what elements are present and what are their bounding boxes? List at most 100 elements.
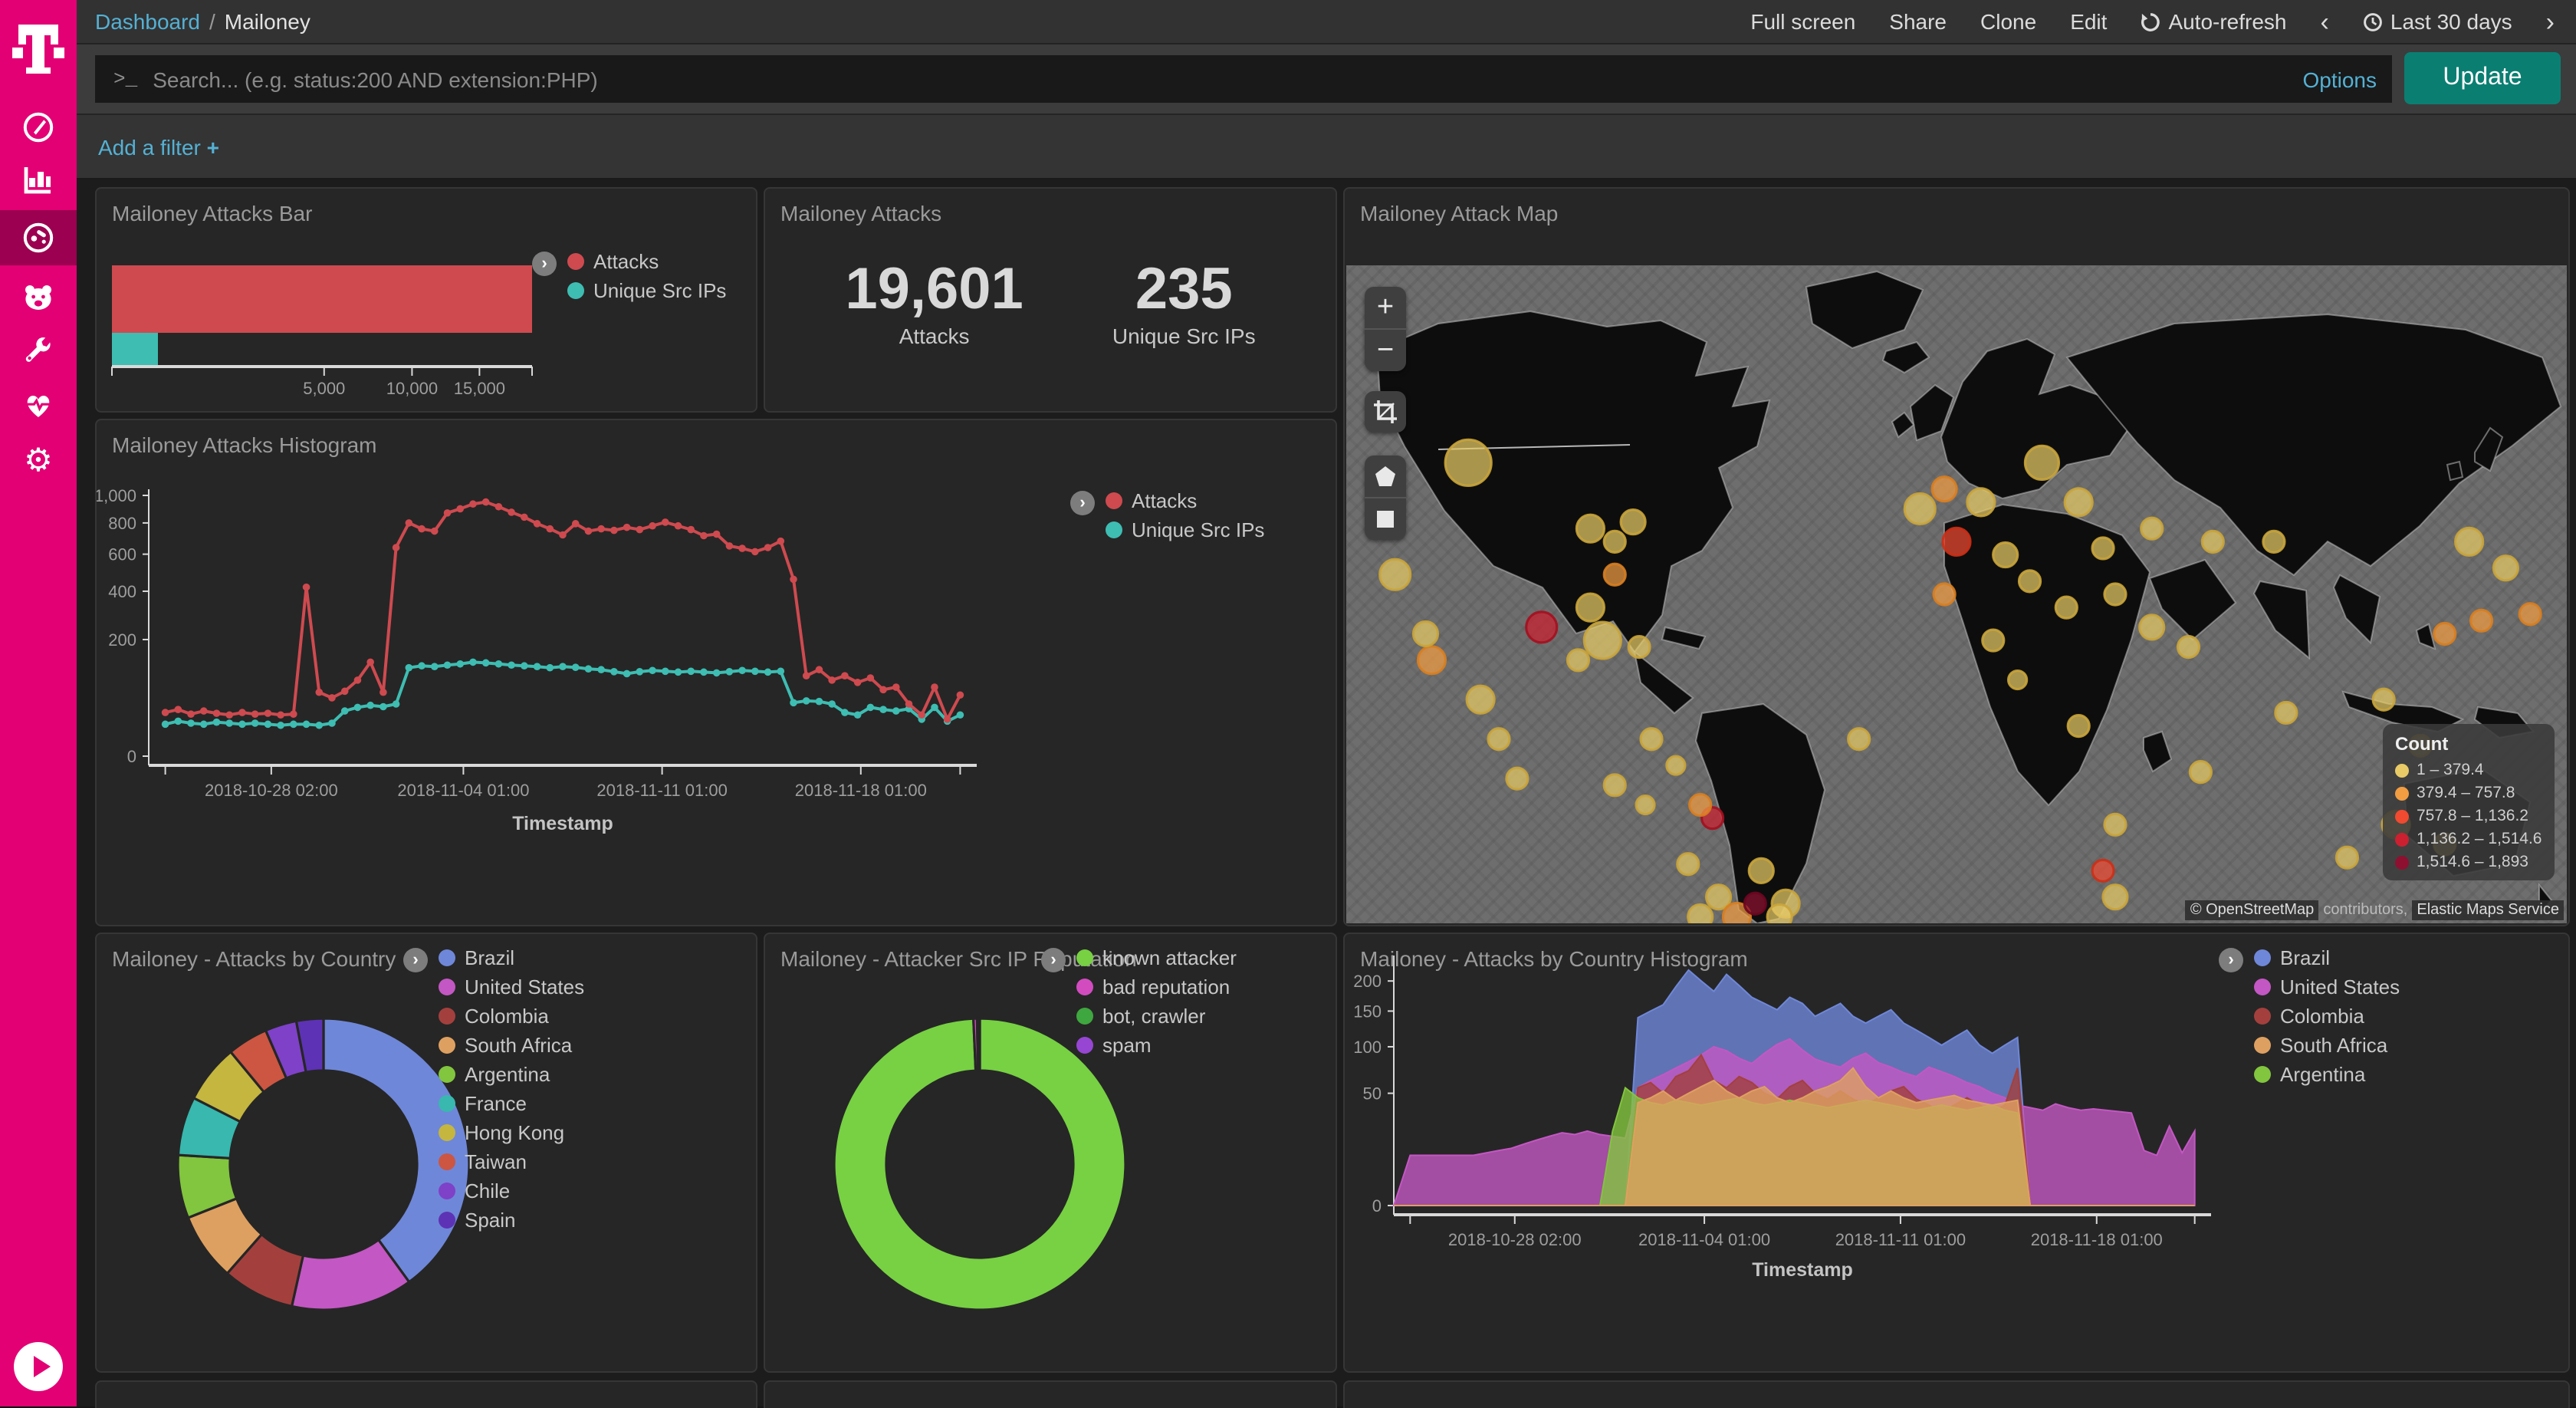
- legend-item[interactable]: United States: [439, 975, 584, 998]
- refresh-icon: [2141, 12, 2160, 31]
- play-icon: [33, 1356, 50, 1377]
- time-forward-button[interactable]: ›: [2546, 8, 2555, 35]
- legend-item[interactable]: France: [439, 1092, 584, 1115]
- legend-item[interactable]: Colombia: [439, 1005, 584, 1028]
- nav-share-button[interactable]: Share: [1889, 9, 1947, 34]
- svg-text:2018-11-18 01:00: 2018-11-18 01:00: [2031, 1230, 2163, 1249]
- map-draw-controls: [1365, 456, 1406, 540]
- update-button[interactable]: Update: [2404, 52, 2561, 104]
- legend-item[interactable]: Chile: [439, 1179, 584, 1202]
- count-range-label: 379.4 – 757.8: [2417, 784, 2515, 802]
- legend-color-dot: [567, 253, 584, 270]
- map-fit-control: [1365, 391, 1406, 433]
- nav-edit-button[interactable]: Edit: [2070, 9, 2107, 34]
- legend-item[interactable]: Brazil: [439, 946, 584, 969]
- legend-item[interactable]: Colombia: [2254, 1005, 2400, 1028]
- auto-refresh-button[interactable]: Auto-refresh: [2141, 9, 2286, 34]
- legend-color-dot: [1106, 521, 1122, 538]
- legend-label: bad reputation: [1102, 975, 1230, 998]
- legend-item[interactable]: Unique Src IPs: [1106, 518, 1264, 541]
- svg-text:200: 200: [1353, 972, 1382, 991]
- time-back-button[interactable]: ‹: [2321, 8, 2329, 35]
- expand-nav-button[interactable]: [14, 1342, 63, 1391]
- legend-item[interactable]: Attacks: [1106, 489, 1264, 512]
- legend-item[interactable]: South Africa: [439, 1034, 584, 1057]
- legend-item[interactable]: bot, crawler: [1076, 1005, 1237, 1028]
- legend-color-dot: [439, 1183, 455, 1199]
- legend-label: United States: [465, 975, 584, 998]
- panel-title: Mailoney - Attacks by Country Histogram: [1360, 946, 1748, 971]
- search-input[interactable]: >_ Search... (e.g. status:200 AND extens…: [95, 55, 2392, 103]
- metric-attacks: 19,601 Attacks: [845, 259, 1023, 348]
- bar-chart-icon: [21, 163, 55, 196]
- legend-item[interactable]: United States: [2254, 975, 2400, 998]
- t-mobile-logo[interactable]: [0, 9, 77, 89]
- zoom-out-button[interactable]: −: [1365, 328, 1406, 371]
- nav-full-screen-button[interactable]: Full screen: [1750, 9, 1855, 34]
- zoom-in-button[interactable]: +: [1365, 287, 1406, 328]
- sidebar-item-dashboard[interactable]: [0, 210, 77, 265]
- legend-item[interactable]: known attacker: [1076, 946, 1237, 969]
- count-range-dot: [2395, 855, 2409, 869]
- legend-item[interactable]: Attacks: [567, 250, 726, 273]
- sidebar-item-monitoring[interactable]: [0, 379, 77, 431]
- svg-text:2018-11-11 01:00: 2018-11-11 01:00: [1835, 1230, 1966, 1249]
- nav-clone-button[interactable]: Clone: [1980, 9, 2036, 34]
- breadcrumb-dashboard-link[interactable]: Dashboard: [95, 9, 200, 34]
- legend-item[interactable]: spam: [1076, 1034, 1237, 1057]
- legend-item[interactable]: bad reputation: [1076, 975, 1237, 998]
- legend-color-dot: [2254, 1066, 2271, 1083]
- legend-color-dot: [2254, 1037, 2271, 1054]
- legend-color-dot: [439, 1008, 455, 1025]
- time-range-button[interactable]: Last 30 days: [2363, 9, 2512, 34]
- count-range-label: 757.8 – 1,136.2: [2417, 807, 2528, 825]
- elastic-maps-link[interactable]: Elastic Maps Service: [2412, 900, 2564, 920]
- panel-attacks-metric: Mailoney Attacks 19,601 Attacks 235 Uniq…: [764, 187, 1337, 413]
- map-attribution: © OpenStreetMap contributors, Elastic Ma…: [2186, 900, 2564, 920]
- legend-color-dot: [2254, 979, 2271, 995]
- metric-label: Attacks: [899, 324, 970, 348]
- legend-color-dot: [1106, 492, 1122, 509]
- svg-text:2018-11-11 01:00: 2018-11-11 01:00: [596, 781, 727, 800]
- legend-toggle-icon[interactable]: ›: [1041, 948, 1066, 972]
- gear-icon: ⚙: [24, 444, 53, 476]
- svg-text:200: 200: [108, 630, 136, 650]
- rectangle-icon[interactable]: [1365, 497, 1406, 540]
- legend-label: Spain: [465, 1209, 516, 1232]
- sidebar-item-management[interactable]: ⚙: [0, 434, 77, 486]
- sidebar-item-apm[interactable]: [0, 271, 77, 324]
- query-bar: >_ Search... (e.g. status:200 AND extens…: [77, 44, 2576, 115]
- legend-item[interactable]: South Africa: [2254, 1034, 2400, 1057]
- sidebar-item-visualize[interactable]: [0, 153, 77, 206]
- osm-link[interactable]: © OpenStreetMap: [2186, 900, 2319, 920]
- sidebar-item-discover[interactable]: [0, 101, 77, 153]
- add-filter-button[interactable]: Add a filter +: [98, 134, 219, 159]
- breadcrumb-current: Mailoney: [225, 9, 310, 34]
- legend-toggle-icon[interactable]: ›: [2219, 948, 2243, 972]
- legend-item[interactable]: Unique Src IPs: [567, 279, 726, 302]
- reputation-legend: › known attacker bad reputation bot, crawle…: [1041, 946, 1237, 1057]
- legend-toggle-icon[interactable]: ›: [532, 252, 557, 276]
- sidebar-item-devtools[interactable]: [0, 325, 77, 377]
- attacks-by-country-legend: › Brazil United States Colombia South Africa…: [403, 946, 584, 1232]
- metric-value: 19,601: [845, 259, 1023, 321]
- legend-item[interactable]: Taiwan: [439, 1150, 584, 1173]
- legend-item[interactable]: Spain: [439, 1209, 584, 1232]
- query-options-link[interactable]: Options: [2303, 67, 2377, 92]
- crop-icon[interactable]: [1365, 391, 1406, 433]
- legend-label: Taiwan: [465, 1150, 527, 1173]
- legend-toggle-icon[interactable]: ›: [1070, 491, 1095, 515]
- svg-text:0: 0: [1372, 1196, 1382, 1216]
- world-map[interactable]: + − Count 1: [1346, 265, 2567, 923]
- search-placeholder: Search... (e.g. status:200 AND extension…: [153, 67, 598, 91]
- legend-color-dot: [439, 1095, 455, 1112]
- main-area: Dashboard / Mailoney Full screenShareClo…: [77, 0, 2576, 1406]
- legend-toggle-icon[interactable]: ›: [403, 948, 428, 972]
- polygon-icon[interactable]: [1365, 456, 1406, 497]
- legend-item[interactable]: Hong Kong: [439, 1121, 584, 1144]
- panel-attacks-histogram: Mailoney Attacks Histogram 1,00080060040…: [95, 419, 1337, 926]
- legend-color-dot: [439, 1153, 455, 1170]
- legend-item[interactable]: Brazil: [2254, 946, 2400, 969]
- legend-item[interactable]: Argentina: [439, 1063, 584, 1086]
- legend-item[interactable]: Argentina: [2254, 1063, 2400, 1086]
